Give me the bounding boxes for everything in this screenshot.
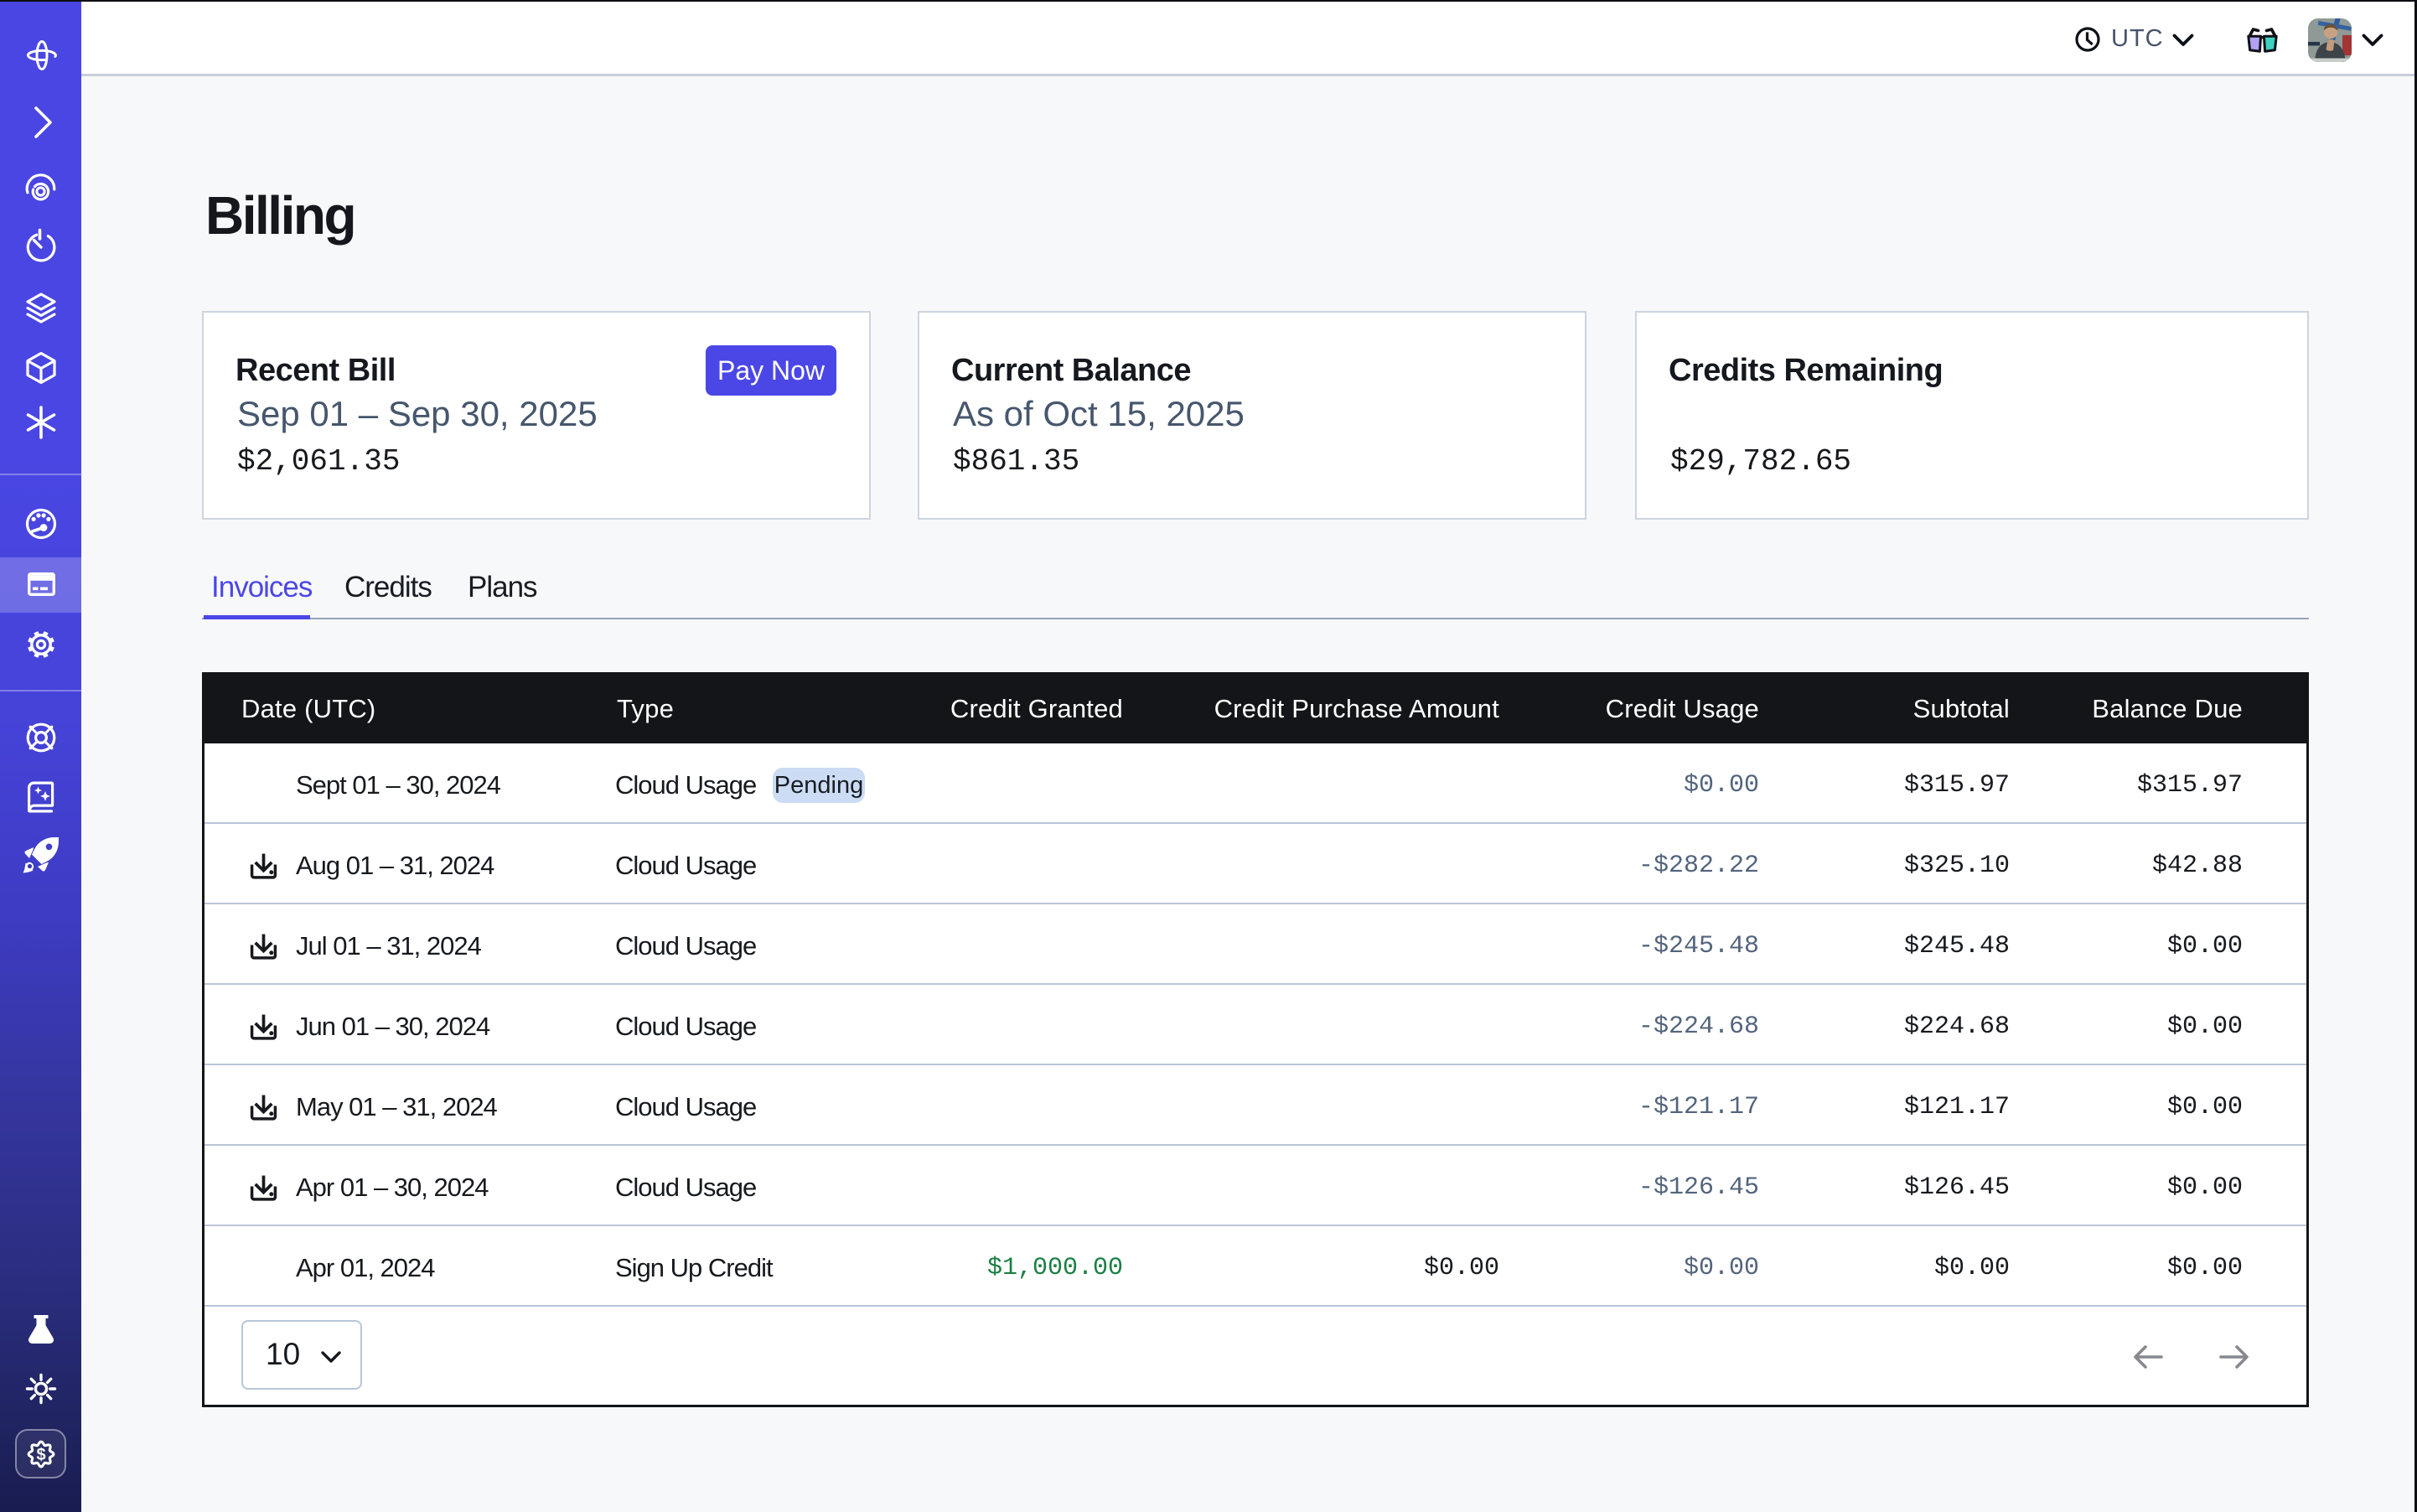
svg-text:$: $ xyxy=(36,1446,45,1464)
